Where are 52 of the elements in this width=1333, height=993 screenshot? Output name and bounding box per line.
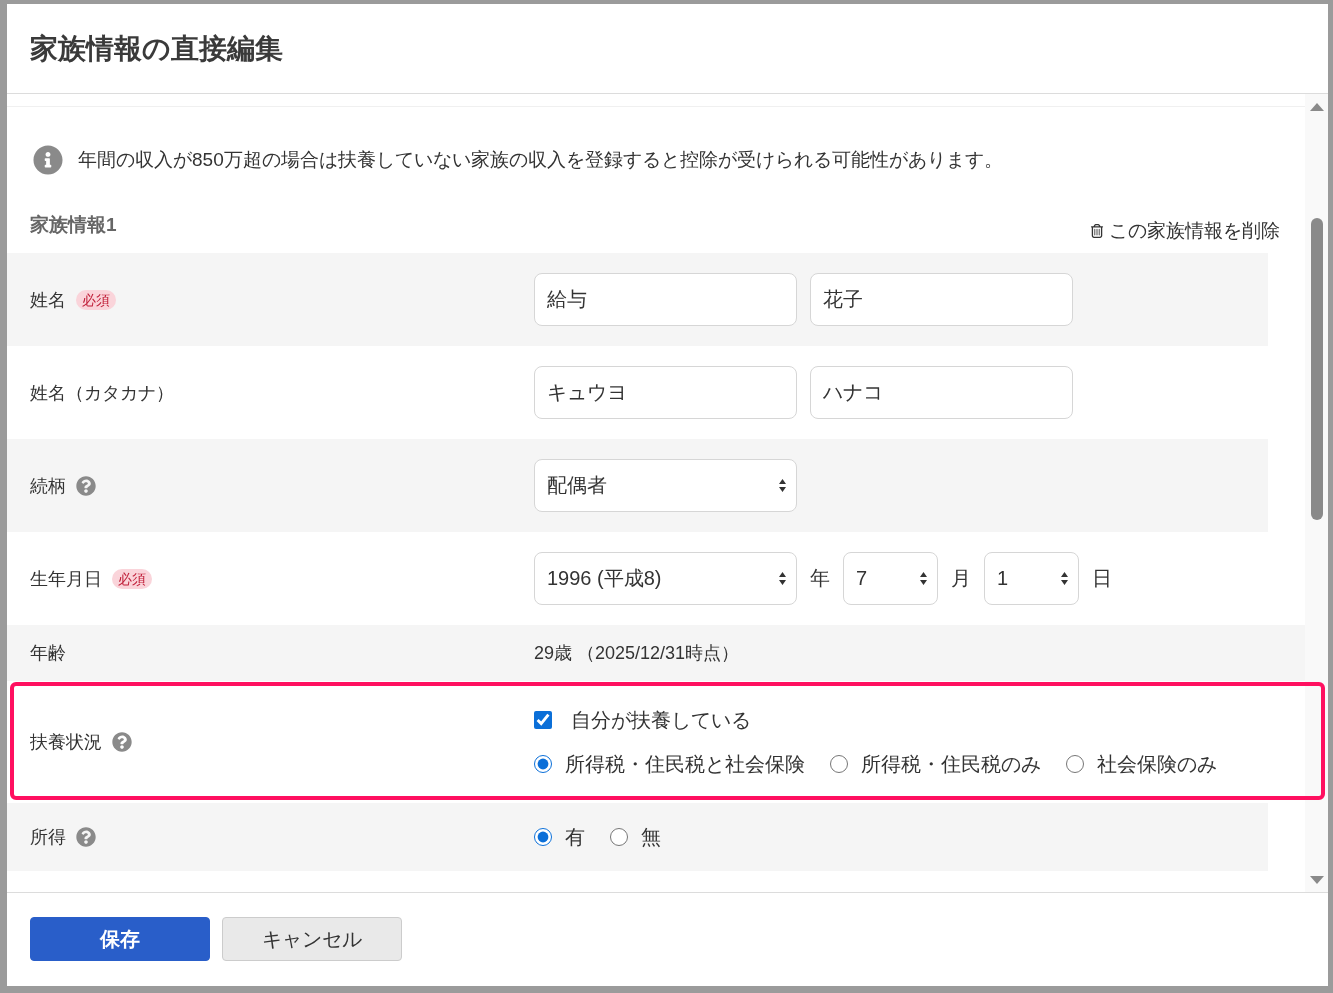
select-arrows-icon bbox=[920, 572, 927, 585]
field-label: 扶養状況 bbox=[30, 731, 102, 754]
field-label: 姓名 bbox=[30, 288, 66, 312]
radio-button[interactable] bbox=[534, 755, 552, 773]
text-input[interactable]: キュウヨ bbox=[534, 366, 797, 419]
field-label: 姓名（カタカナ） bbox=[30, 381, 174, 405]
help-icon[interactable] bbox=[112, 732, 132, 752]
field-label: 年齢 bbox=[30, 642, 66, 665]
date-unit-label: 年 bbox=[810, 566, 830, 591]
scroll-down-icon[interactable] bbox=[1309, 876, 1324, 884]
info-icon bbox=[33, 145, 63, 175]
age-text: 29歳 （2025/12/31時点） bbox=[534, 642, 741, 664]
field-label: 続柄 bbox=[30, 474, 66, 498]
notice-text: 年間の収入が850万超の場合は扶養していない家族の収入を登録すると控除が受けられる可能性があります。 bbox=[78, 148, 1003, 172]
radio-label[interactable]: 無 bbox=[641, 826, 661, 848]
text-input[interactable]: 給与 bbox=[534, 273, 797, 326]
radio-label[interactable]: 社会保険のみ bbox=[1097, 753, 1217, 775]
required-badge: 必須 bbox=[112, 568, 152, 589]
delete-link[interactable]: この家族情報を削除 bbox=[1090, 219, 1280, 243]
radio-button[interactable] bbox=[830, 755, 848, 773]
text-input[interactable]: 花子 bbox=[810, 273, 1073, 326]
radio-button[interactable] bbox=[610, 828, 628, 846]
required-badge: 必須 bbox=[76, 289, 116, 310]
date-unit-label: 月 bbox=[951, 566, 971, 591]
radio-label[interactable]: 所得税・住民税と社会保険 bbox=[565, 753, 805, 775]
radio-button[interactable] bbox=[534, 828, 552, 846]
radio-button[interactable] bbox=[1066, 755, 1084, 773]
trash-icon bbox=[1090, 224, 1104, 238]
save-button[interactable]: 保存 bbox=[30, 917, 210, 961]
help-icon[interactable] bbox=[76, 827, 96, 847]
help-icon[interactable] bbox=[76, 475, 96, 496]
date-unit-label: 日 bbox=[1092, 566, 1112, 591]
radio-label[interactable]: 所得税・住民税のみ bbox=[861, 753, 1041, 775]
text-input[interactable]: ハナコ bbox=[810, 366, 1073, 419]
dialog-title: 家族情報の直接編集 bbox=[30, 31, 283, 66]
section-title: 家族情報1 bbox=[30, 213, 117, 237]
select-field[interactable]: 1 bbox=[984, 552, 1079, 605]
checkbox-label[interactable]: 自分が扶養している bbox=[571, 709, 751, 731]
select-field[interactable]: 7 bbox=[843, 552, 938, 605]
select-field[interactable]: 配偶者 bbox=[534, 459, 797, 512]
cancel-button[interactable]: キャンセル bbox=[222, 917, 402, 961]
scrollbar[interactable] bbox=[1305, 94, 1328, 892]
radio-label[interactable]: 有 bbox=[565, 826, 585, 848]
scroll-up-icon[interactable] bbox=[1309, 103, 1324, 111]
scrollbar-thumb[interactable] bbox=[1310, 218, 1323, 520]
select-arrows-icon bbox=[1061, 572, 1068, 585]
checkbox[interactable] bbox=[534, 711, 552, 729]
select-arrows-icon bbox=[779, 479, 786, 492]
field-label: 生年月日 bbox=[30, 567, 102, 591]
field-label: 所得 bbox=[30, 826, 66, 849]
select-arrows-icon bbox=[779, 572, 786, 585]
select-field[interactable]: 1996 (平成8) bbox=[534, 552, 797, 605]
